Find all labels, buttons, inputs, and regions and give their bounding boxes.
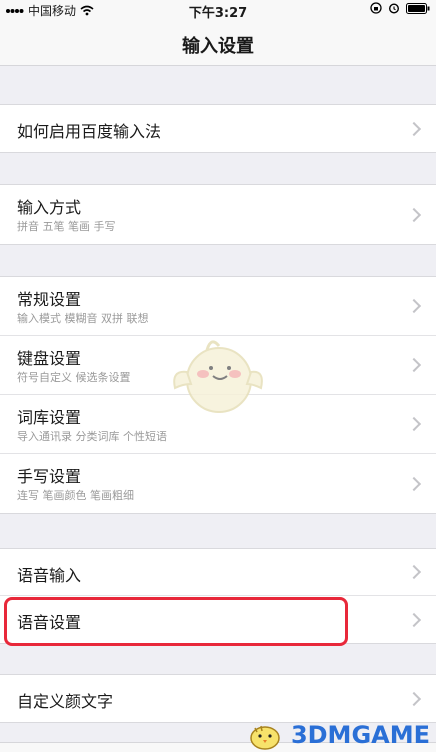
chevron-right-icon bbox=[406, 416, 422, 432]
watermark-text: 3DMGAME bbox=[290, 721, 430, 749]
chevron-right-icon bbox=[406, 298, 422, 314]
highlight-box bbox=[4, 597, 348, 646]
row-subtitle: 输入模式 模糊音 双拼 联想 bbox=[17, 312, 149, 325]
settings-group-help: 如何启用百度输入法 bbox=[0, 104, 436, 153]
row-title: 如何启用百度输入法 bbox=[17, 122, 162, 141]
chevron-right-icon bbox=[406, 564, 422, 580]
chevron-right-icon bbox=[406, 207, 422, 222]
alarm-icon bbox=[388, 3, 400, 14]
navigation-bar: 输入设置 bbox=[0, 20, 436, 66]
chevron-right-icon bbox=[406, 357, 422, 373]
status-bar: 中国移动 下午3:27 bbox=[0, 0, 436, 21]
status-right bbox=[370, 2, 430, 14]
settings-group-input-method: 输入方式 拼音 五笔 笔画 手写 bbox=[0, 184, 436, 245]
row-title: 常规设置 bbox=[17, 290, 82, 309]
row-title: 语音输入 bbox=[17, 566, 82, 585]
row-subtitle: 连写 笔画颜色 笔画粗细 bbox=[17, 489, 134, 502]
chevron-right-icon bbox=[406, 121, 422, 136]
chick-logo-icon bbox=[250, 725, 280, 750]
chevron-right-icon bbox=[406, 476, 422, 491]
page-title: 输入设置 bbox=[182, 36, 254, 57]
settings-row-voice-input[interactable]: 语音输入 bbox=[0, 549, 436, 596]
row-subtitle: 导入通讯录 分类词库 个性短语 bbox=[17, 430, 167, 443]
battery-icon bbox=[406, 2, 430, 14]
row-subtitle: 符号自定义 候选条设置 bbox=[17, 371, 131, 384]
row-subtitle: 拼音 五笔 笔画 手写 bbox=[17, 220, 116, 233]
mascot-watermark-icon bbox=[173, 340, 263, 413]
rotation-lock-icon bbox=[370, 2, 382, 14]
site-watermark: 3DMGAME bbox=[243, 720, 430, 750]
row-title: 词库设置 bbox=[17, 408, 82, 427]
row-title: 键盘设置 bbox=[17, 349, 82, 368]
settings-row-how-to-enable[interactable]: 如何启用百度输入法 bbox=[0, 105, 436, 152]
settings-row-general[interactable]: 常规设置 输入模式 模糊音 双拼 联想 bbox=[0, 277, 436, 336]
settings-group-emoticon: 自定义颜文字 bbox=[0, 674, 436, 723]
settings-row-handwriting[interactable]: 手写设置 连写 笔画颜色 笔画粗细 bbox=[0, 454, 436, 513]
chevron-right-icon bbox=[406, 612, 422, 627]
chevron-right-icon bbox=[406, 691, 422, 706]
row-title: 输入方式 bbox=[17, 198, 82, 217]
row-title: 手写设置 bbox=[17, 467, 82, 486]
settings-row-custom-emoticon[interactable]: 自定义颜文字 bbox=[0, 675, 436, 722]
row-title: 自定义颜文字 bbox=[17, 692, 114, 711]
settings-row-input-method[interactable]: 输入方式 拼音 五笔 笔画 手写 bbox=[0, 185, 436, 244]
